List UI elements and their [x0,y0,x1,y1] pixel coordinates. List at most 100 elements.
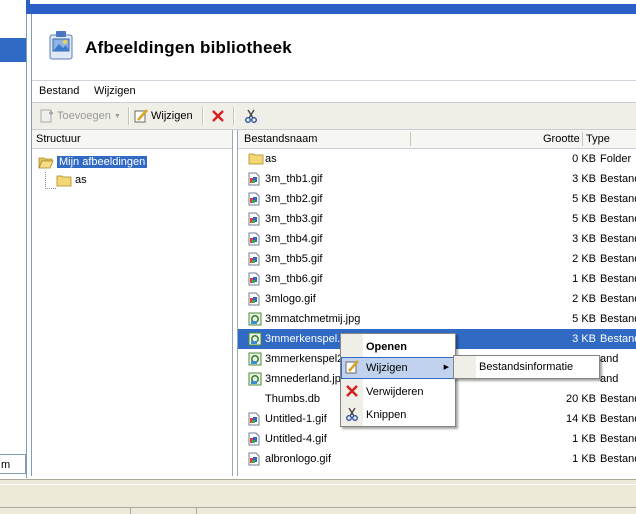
open-folder-icon [38,157,54,168]
file-info-item[interactable]: Bestandsinformatie [479,361,573,373]
context-cut-item[interactable]: Knippen [341,404,455,426]
file-name: 3mmerkenspel2 [265,353,344,365]
file-size: 5 KB [572,213,596,225]
edit-pencil-icon [134,109,148,123]
column-name-header[interactable]: Bestandsnaam [244,133,317,145]
edit-pencil-icon [345,360,359,374]
file-type: Folder [600,153,632,165]
column-divider[interactable] [582,132,583,146]
file-name: 3m_thb2.gif [265,193,323,205]
file-name: as [265,153,277,165]
column-size-header[interactable]: Grootte [543,133,580,145]
column-divider[interactable] [410,132,411,146]
context-open-label: Openen [366,341,407,353]
delete-x-icon [346,385,358,397]
file-row[interactable]: as 0 KB Folder [238,149,636,169]
scissors-icon [346,407,358,421]
file-size: 20 KB [566,393,596,405]
file-type: Bestand [600,293,636,305]
jpg-file-icon [248,352,262,369]
list-header: Bestandsnaam Grootte Type [238,130,636,149]
file-size: 3 KB [572,173,596,185]
file-type: and [600,373,619,385]
file-name: 3m_thb5.gif [265,253,323,265]
file-row[interactable]: 3m_thb5.gif 2 KB Bestand [238,249,636,269]
tree-node-as-label: as [75,174,87,186]
file-name: Untitled-1.gif [265,413,327,425]
tree-node-root[interactable]: Mijn afbeeldingen [38,154,148,170]
add-button-label: Toevoegen [57,110,111,122]
toolbar: Toevoegen ▼ Wijzigen [32,103,636,130]
image-library-icon [49,31,73,60]
file-type: Bestand [600,213,636,225]
context-edit-item[interactable]: Wijzigen ▶ [341,357,455,379]
file-row[interactable]: 3mmatchmetmij.jpg 5 KB Bestand [238,309,636,329]
menu-bestand[interactable]: Bestand [39,85,79,97]
jpg-file-icon [248,312,262,329]
title-bar-strip [26,0,636,14]
chevron-down-icon: ▼ [113,112,121,120]
file-size: 2 KB [572,253,596,265]
left-cut-label[interactable]: m [0,454,26,474]
toolbar-separator [233,107,235,125]
file-size: 2 KB [572,293,596,305]
folder-icon [56,175,72,186]
file-row[interactable]: albronlogo.gif 1 KB Bestand [238,449,636,469]
file-type: Bestand [600,233,636,245]
context-delete-label: Verwijderen [366,386,424,398]
tree-node-as[interactable]: as [56,172,87,188]
file-row[interactable]: Untitled-4.gif 1 KB Bestand [238,429,636,449]
cut-button[interactable] [244,107,258,125]
file-name: albronlogo.gif [265,453,332,465]
gif-file-icon [248,212,260,229]
file-name: 3m_thb4.gif [265,233,323,245]
status-bar [0,479,636,514]
file-size: 1 KB [572,273,596,285]
file-type: Bestand [600,333,636,345]
file-type: Bestand [600,173,636,185]
window-header: Afbeeldingen bibliotheek [32,14,636,81]
context-open-item[interactable]: Openen [341,336,455,358]
left-selected-item[interactable] [0,38,26,62]
toolbar-separator [202,107,204,125]
submenu-arrow-icon: ▶ [443,364,449,371]
gif-file-icon [248,292,260,309]
edit-button-label: Wijzigen [151,110,193,122]
context-delete-item[interactable]: Verwijderen [341,381,455,403]
file-size: 0 KB [572,153,596,165]
file-name: Untitled-4.gif [265,433,327,445]
scissors-icon [245,109,257,123]
edit-button[interactable]: Wijzigen [134,107,193,125]
gif-file-icon [248,192,260,209]
column-type-header[interactable]: Type [586,133,610,145]
tree-node-root-label: Mijn afbeeldingen [57,156,148,168]
delete-x-icon [212,110,224,122]
file-size: 14 KB [566,413,596,425]
file-type: Bestand [600,193,636,205]
file-type: Bestand [600,433,636,445]
gif-file-icon [248,232,260,249]
file-type: and [600,353,619,365]
file-size: 5 KB [572,193,596,205]
tree-pane: Structuur Mijn afbeeldingen as [32,130,233,476]
gif-file-icon [248,432,260,449]
jpg-file-icon [248,332,262,349]
delete-button[interactable] [211,107,225,125]
file-size: 3 KB [572,333,596,345]
menu-wijzigen[interactable]: Wijzigen [94,85,136,97]
add-button[interactable]: Toevoegen ▼ [40,107,121,125]
file-row[interactable]: 3m_thb3.gif 5 KB Bestand [238,209,636,229]
file-row[interactable]: 3m_thb4.gif 3 KB Bestand [238,229,636,249]
gif-file-icon [248,172,260,189]
edit-submenu: Bestandsinformatie [453,355,600,379]
gif-file-icon [248,452,260,469]
file-row[interactable]: 3mlogo.gif 2 KB Bestand [238,289,636,309]
file-row[interactable]: 3m_thb6.gif 1 KB Bestand [238,269,636,289]
file-row[interactable]: 3m_thb1.gif 3 KB Bestand [238,169,636,189]
file-name: 3mlogo.gif [265,293,316,305]
file-type: Bestand [600,253,636,265]
toolbar-separator [128,107,130,125]
menu-bar: Bestand Wijzigen [32,81,636,103]
file-row[interactable]: 3m_thb2.gif 5 KB Bestand [238,189,636,209]
file-size: 5 KB [572,313,596,325]
